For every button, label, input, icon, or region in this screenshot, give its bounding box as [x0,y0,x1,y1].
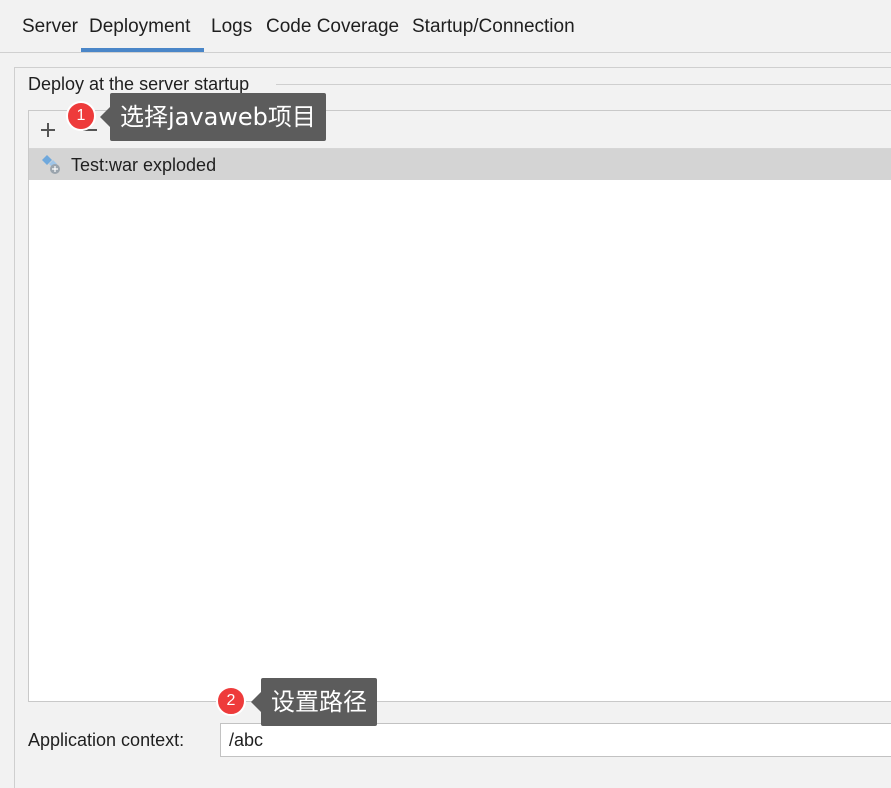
group-divider [276,84,891,85]
tab-logs[interactable]: Logs [211,14,252,40]
plus-icon[interactable] [35,117,61,143]
tab-code-coverage[interactable]: Code Coverage [266,14,399,40]
annotation-callout-1: 选择javaweb项目 [100,93,326,141]
tab-startup-connection[interactable]: Startup/Connection [412,14,575,40]
annotation-badge-2: 2 [216,686,246,716]
list-item-test-war-exploded[interactable]: Test:war exploded [29,149,891,180]
annotation-callout-2: 设置路径 [251,678,377,726]
deploy-list: Test:war exploded [28,110,891,702]
active-tab-indicator [81,48,204,52]
tab-bar: Server Deployment Logs Code Coverage Sta… [0,0,891,53]
tab-server[interactable]: Server [22,14,78,40]
application-context-label: Application context: [28,730,185,750]
list-item-label: Test:war exploded [71,155,217,175]
artifact-war-icon [41,154,63,176]
application-context-input[interactable] [220,723,891,757]
annotation-badge-1: 1 [66,101,96,131]
tab-deployment[interactable]: Deployment [89,14,190,40]
